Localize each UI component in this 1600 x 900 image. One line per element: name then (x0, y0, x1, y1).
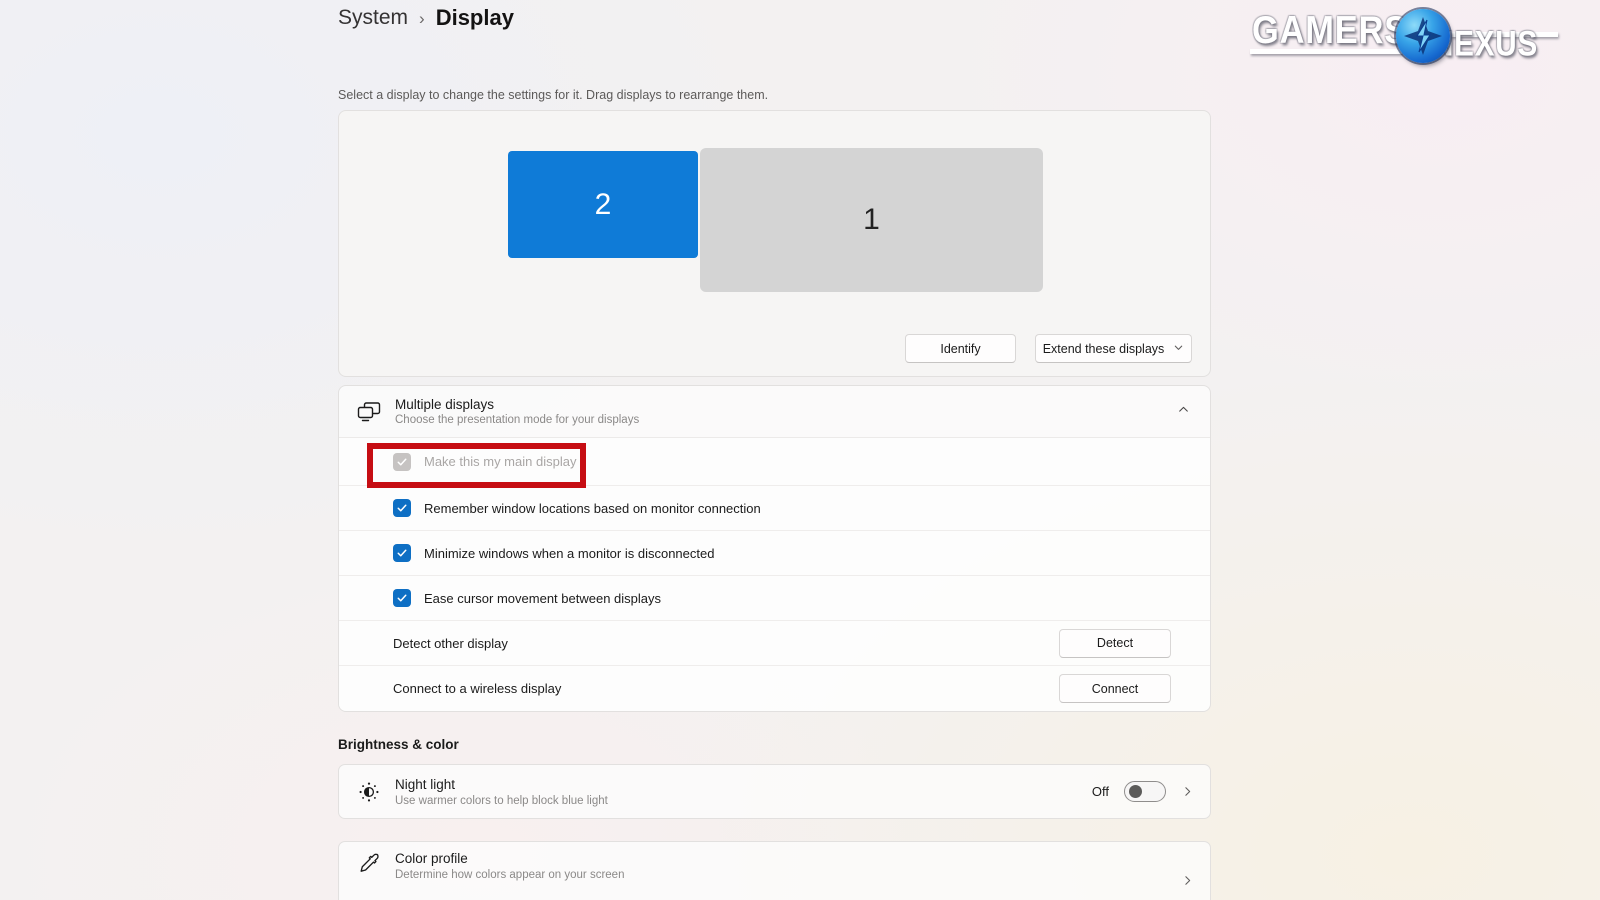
checkbox-row-minimize-windows: Minimize windows when a monitor is disco… (339, 531, 1210, 576)
detect-display-row: Detect other display Detect (339, 621, 1210, 666)
display-box-2[interactable]: 2 (508, 151, 698, 258)
breadcrumb-system[interactable]: System (338, 6, 408, 30)
breadcrumb: System › Display (338, 1, 514, 35)
display-box-1[interactable]: 1 (700, 148, 1043, 292)
gamersnexus-logo: GAMERS NEXUS (1246, 2, 1562, 68)
night-light-toggle[interactable] (1124, 781, 1166, 802)
multiple-displays-icon (356, 401, 382, 423)
checkbox-remember-locations[interactable] (393, 499, 411, 517)
color-profile-controls (1181, 874, 1194, 887)
color-profile-titles: Color profile Determine how colors appea… (395, 851, 624, 881)
extend-displays-dropdown[interactable]: Extend these displays (1035, 334, 1192, 363)
page-description: Select a display to change the settings … (338, 88, 768, 102)
settings-page: System › Display GAMERS NEXUS Select a d… (0, 0, 1600, 900)
page-title: Display (436, 5, 514, 31)
color-profile-icon (356, 851, 382, 875)
multiple-displays-title: Multiple displays (395, 397, 639, 412)
color-profile-row[interactable]: Color profile Determine how colors appea… (338, 841, 1211, 900)
extend-displays-label: Extend these displays (1043, 342, 1165, 356)
toggle-knob (1129, 785, 1142, 798)
night-light-icon (356, 780, 382, 804)
arrangement-actions: Identify Extend these displays (905, 334, 1192, 363)
checkbox-label: Remember window locations based on monit… (424, 501, 761, 516)
wireless-display-label: Connect to a wireless display (393, 681, 561, 696)
multiple-displays-card: Multiple displays Choose the presentatio… (338, 385, 1211, 712)
color-profile-title: Color profile (395, 851, 624, 866)
night-light-toggle-state: Off (1092, 784, 1109, 799)
chevron-right-icon (1181, 785, 1194, 798)
checkbox-label: Make this my main display (424, 454, 576, 469)
multiple-displays-header[interactable]: Multiple displays Choose the presentatio… (339, 386, 1210, 438)
checkbox-label: Ease cursor movement between displays (424, 591, 661, 606)
detect-display-label: Detect other display (393, 636, 508, 651)
multiple-displays-subtitle: Choose the presentation mode for your di… (395, 414, 639, 426)
detect-button[interactable]: Detect (1059, 629, 1171, 658)
chevron-up-icon[interactable] (1177, 403, 1190, 421)
color-profile-subtitle: Determine how colors appear on your scre… (395, 869, 624, 881)
night-light-row[interactable]: Night light Use warmer colors to help bl… (338, 764, 1211, 819)
checkmark-icon (396, 502, 408, 514)
checkbox-label: Minimize windows when a monitor is disco… (424, 546, 714, 561)
night-light-title: Night light (395, 777, 608, 792)
identify-button[interactable]: Identify (905, 334, 1016, 363)
checkmark-icon (396, 547, 408, 559)
chevron-right-icon (1181, 874, 1194, 887)
night-light-controls: Off (1092, 781, 1194, 802)
checkbox-row-ease-cursor: Ease cursor movement between displays (339, 576, 1210, 621)
night-light-titles: Night light Use warmer colors to help bl… (395, 777, 608, 807)
chevron-down-icon (1173, 342, 1184, 356)
multiple-displays-titles: Multiple displays Choose the presentatio… (395, 397, 639, 426)
checkmark-icon (396, 456, 408, 468)
logo-text-gamers: GAMERS (1252, 8, 1408, 52)
checkbox-row-make-main-display: Make this my main display (339, 438, 1210, 486)
logo-emblem-icon (1396, 9, 1450, 63)
connect-button[interactable]: Connect (1059, 674, 1171, 703)
breadcrumb-separator-icon: › (419, 7, 425, 29)
checkbox-make-main-display (393, 453, 411, 471)
checkmark-icon (396, 592, 408, 604)
brightness-color-header: Brightness & color (338, 737, 459, 752)
checkbox-ease-cursor[interactable] (393, 589, 411, 607)
checkbox-row-remember-locations: Remember window locations based on monit… (339, 486, 1210, 531)
display-arrangement-card: 2 1 Identify Extend these displays (338, 110, 1211, 377)
night-light-subtitle: Use warmer colors to help block blue lig… (395, 795, 608, 807)
wireless-display-row: Connect to a wireless display Connect (339, 666, 1210, 711)
checkbox-minimize-windows[interactable] (393, 544, 411, 562)
